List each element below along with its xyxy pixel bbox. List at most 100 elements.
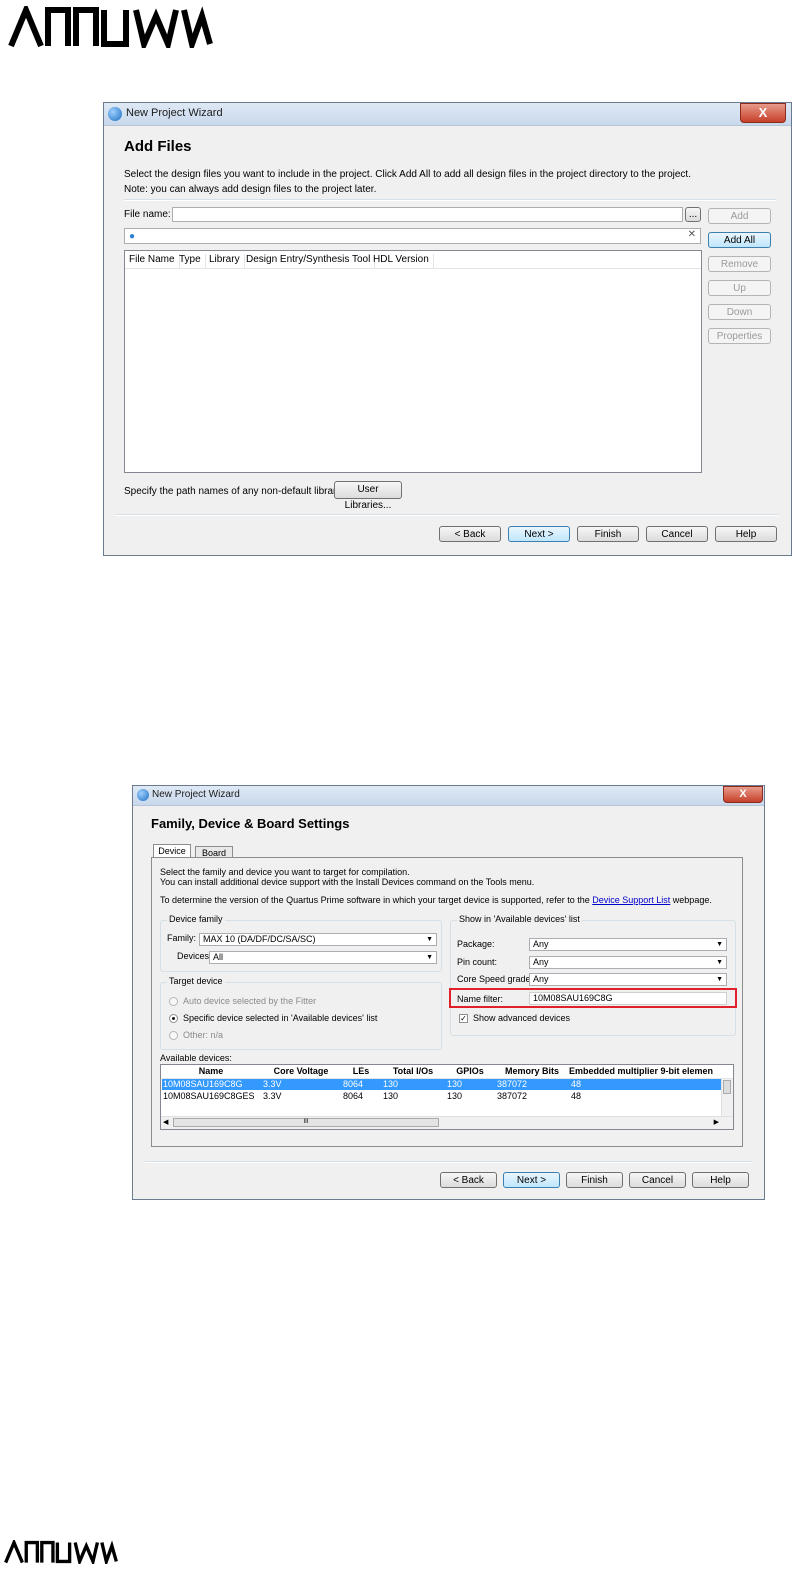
device-cell: 130: [383, 1091, 399, 1101]
chevron-down-icon: ▼: [716, 941, 723, 948]
device-cell: 387072: [497, 1091, 528, 1101]
scrollbar-thumb[interactable]: III: [173, 1118, 439, 1127]
column-header[interactable]: Library: [205, 254, 245, 268]
scrollbar-thumb[interactable]: [723, 1080, 731, 1094]
column-header[interactable]: Total I/Os: [381, 1066, 445, 1076]
arrow-logo-bottom: [4, 1540, 118, 1564]
tab-device[interactable]: Device: [153, 844, 191, 857]
package-label: Package:: [457, 939, 495, 949]
version-text: To determine the version of the Quartus …: [160, 895, 712, 905]
next-button[interactable]: Next >: [508, 526, 570, 542]
quartus-app-icon: [137, 789, 149, 801]
column-header[interactable]: Design Entry/Synthesis Tool: [242, 254, 376, 268]
dialog-body: Add Files Select the design files you wa…: [104, 126, 791, 555]
device-row[interactable]: 10M08SAU169C8GES 3.3V 8064 130 130 38707…: [162, 1091, 721, 1102]
files-table-header: File Name Type Library Design Entry/Synt…: [125, 251, 701, 269]
scroll-right-icon[interactable]: ▶: [714, 1118, 719, 1126]
column-header[interactable]: File Name: [125, 254, 180, 268]
auto-device-radio[interactable]: [169, 997, 178, 1006]
browse-button[interactable]: ...: [685, 207, 701, 222]
vertical-scrollbar[interactable]: [721, 1079, 733, 1116]
properties-button[interactable]: Properties: [708, 328, 771, 344]
device-settings-dialog: New Project Wizard X Family, Device & Bo…: [132, 785, 765, 1200]
up-button[interactable]: Up: [708, 280, 771, 296]
down-button[interactable]: Down: [708, 304, 771, 320]
device-support-list-link[interactable]: Device Support List: [592, 895, 670, 905]
divider: [124, 199, 776, 201]
intro-line-2: You can install additional device suppor…: [160, 877, 535, 887]
device-cell: 8064: [343, 1091, 364, 1101]
page-heading: Family, Device & Board Settings: [151, 816, 350, 831]
name-filter-input[interactable]: 10M08SAU169C8G: [529, 992, 727, 1005]
finish-button[interactable]: Finish: [566, 1172, 623, 1188]
help-button[interactable]: Help: [715, 526, 777, 542]
column-header[interactable]: Core Voltage: [261, 1066, 341, 1076]
other-device-radio[interactable]: [169, 1031, 178, 1040]
other-device-label: Other: n/a: [183, 1030, 224, 1040]
group-label: Show in 'Available devices' list: [457, 914, 582, 924]
column-header[interactable]: Name: [161, 1066, 261, 1076]
close-button[interactable]: X: [723, 786, 763, 803]
specific-device-label: Specific device selected in 'Available d…: [183, 1013, 378, 1023]
column-header[interactable]: Type: [175, 254, 206, 268]
close-button[interactable]: X: [740, 103, 786, 123]
column-header[interactable]: GPIOs: [445, 1066, 495, 1076]
page-heading: Add Files: [124, 138, 192, 155]
family-select[interactable]: MAX 10 (DA/DF/DC/SA/SC) ▼: [199, 933, 437, 946]
group-label: Target device: [167, 976, 225, 986]
target-device-group: Target device Auto device selected by th…: [160, 976, 442, 1050]
horizontal-scrollbar[interactable]: ◀ III ▶: [161, 1116, 733, 1129]
remove-button[interactable]: Remove: [708, 256, 771, 272]
pin-count-select[interactable]: Any ▼: [529, 956, 727, 969]
devices-label: Devices:: [177, 951, 212, 961]
devices-select[interactable]: All ▼: [209, 951, 437, 964]
dialog-titlebar: New Project Wizard X: [133, 786, 764, 806]
search-icon: ●: [129, 231, 136, 242]
device-row-selected[interactable]: 10M08SAU169C8G 3.3V 8064 130 130 387072 …: [162, 1079, 721, 1090]
window-title: New Project Wizard: [152, 789, 240, 800]
device-cell: 130: [447, 1091, 463, 1101]
column-header[interactable]: Embedded multiplier 9-bit elemen: [569, 1066, 725, 1076]
cancel-button[interactable]: Cancel: [646, 526, 708, 542]
cancel-button[interactable]: Cancel: [629, 1172, 686, 1188]
package-select[interactable]: Any ▼: [529, 938, 727, 951]
show-in-list-group: Show in 'Available devices' list Package…: [449, 914, 737, 1036]
scroll-left-icon[interactable]: ◀: [163, 1118, 168, 1126]
column-header[interactable]: Memory Bits: [495, 1066, 569, 1076]
device-cell: 387072: [497, 1079, 528, 1089]
window-title: New Project Wizard: [126, 107, 223, 119]
specific-device-radio[interactable]: [169, 1014, 178, 1023]
version-text-prefix: To determine the version of the Quartus …: [160, 895, 590, 905]
device-cell: 3.3V: [263, 1079, 282, 1089]
help-button[interactable]: Help: [692, 1172, 749, 1188]
available-devices-table: Name Core Voltage LEs Total I/Os GPIOs M…: [160, 1064, 734, 1130]
speed-grade-select[interactable]: Any ▼: [529, 973, 727, 986]
show-advanced-checkbox[interactable]: ✓: [459, 1014, 468, 1023]
arrow-logo-mark: [4, 1540, 118, 1564]
footer-divider: [116, 514, 779, 516]
pin-count-value: Any: [533, 957, 549, 967]
family-value: MAX 10 (DA/DF/DC/SA/SC): [203, 934, 316, 944]
column-header[interactable]: LEs: [341, 1066, 381, 1076]
device-cell: 8064: [343, 1079, 364, 1089]
column-header[interactable]: HDL Version: [369, 254, 434, 268]
file-name-input[interactable]: [172, 207, 683, 222]
device-cell: 10M08SAU169C8G: [163, 1079, 243, 1089]
name-filter-value: 10M08SAU169C8G: [533, 993, 613, 1003]
quartus-app-icon: [108, 107, 122, 121]
add-all-button[interactable]: Add All: [708, 232, 771, 248]
device-cell: 10M08SAU169C8GES: [163, 1091, 255, 1101]
finish-button[interactable]: Finish: [577, 526, 639, 542]
dialog-body: Family, Device & Board Settings Device B…: [133, 806, 764, 1199]
available-devices-label: Available devices:: [160, 1053, 232, 1063]
add-button[interactable]: Add: [708, 208, 771, 224]
search-field[interactable]: ● ✕: [124, 228, 701, 244]
clear-search-icon[interactable]: ✕: [688, 229, 696, 240]
next-button[interactable]: Next >: [503, 1172, 560, 1188]
device-family-group: Device family Family: MAX 10 (DA/DF/DC/S…: [160, 914, 442, 972]
show-advanced-label: Show advanced devices: [473, 1013, 571, 1023]
back-button[interactable]: < Back: [440, 1172, 497, 1188]
chevron-down-icon: ▼: [426, 954, 433, 961]
user-libraries-button[interactable]: User Libraries...: [334, 481, 402, 511]
back-button[interactable]: < Back: [439, 526, 501, 542]
